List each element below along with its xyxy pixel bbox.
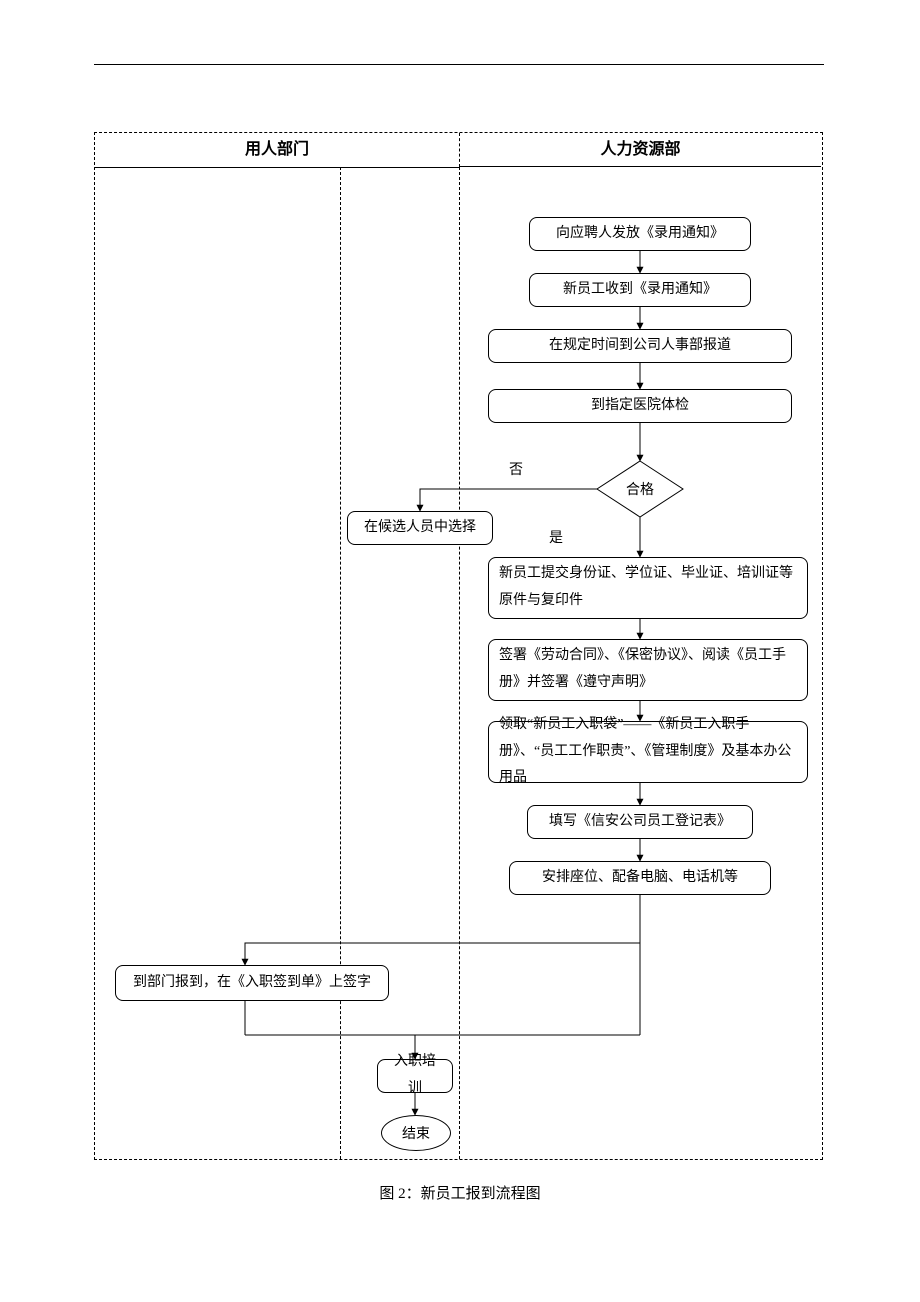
label-yes: 是 bbox=[549, 527, 563, 547]
node-report-hr: 在规定时间到公司人事部报道 bbox=[488, 329, 792, 363]
node-receive-offer: 新员工收到《录用通知》 bbox=[529, 273, 751, 307]
figure-caption: 图 2：新员工报到流程图 bbox=[0, 1182, 920, 1203]
node-sign-contracts: 签署《劳动合同》、《保密协议》、阅读《员工手册》并签署《遵守声明》 bbox=[488, 639, 808, 701]
node-submit-docs: 新员工提交身份证、学位证、毕业证、培训证等原件与复印件 bbox=[488, 557, 808, 619]
node-end: 结束 bbox=[381, 1115, 451, 1151]
lane-divider-aux bbox=[340, 167, 341, 1159]
node-medical-check: 到指定医院体检 bbox=[488, 389, 792, 423]
page-rule bbox=[94, 64, 824, 65]
node-fill-form: 填写《信安公司员工登记表》 bbox=[527, 805, 753, 839]
decision-qualified: 合格 bbox=[595, 459, 685, 519]
node-arrange-desk: 安排座位、配备电脑、电话机等 bbox=[509, 861, 771, 895]
swimlane-frame: 用人部门 人力资源部 bbox=[94, 132, 823, 1160]
node-dept-report: 到部门报到，在《入职签到单》上签字 bbox=[115, 965, 389, 1001]
lane-title-right: 人力资源部 bbox=[459, 133, 821, 167]
node-select-alternative: 在候选人员中选择 bbox=[347, 511, 493, 545]
node-send-offer: 向应聘人发放《录用通知》 bbox=[529, 217, 751, 251]
node-training: 入职培训 bbox=[377, 1059, 453, 1093]
node-receive-kit: 领取“新员工入职袋”——《新员工入职手册》、“员工工作职责”、《管理制度》及基本… bbox=[488, 721, 808, 783]
decision-label: 合格 bbox=[626, 482, 654, 498]
lane-title-left: 用人部门 bbox=[95, 133, 459, 168]
label-no: 否 bbox=[509, 459, 523, 479]
lane-divider-main bbox=[459, 167, 460, 1159]
